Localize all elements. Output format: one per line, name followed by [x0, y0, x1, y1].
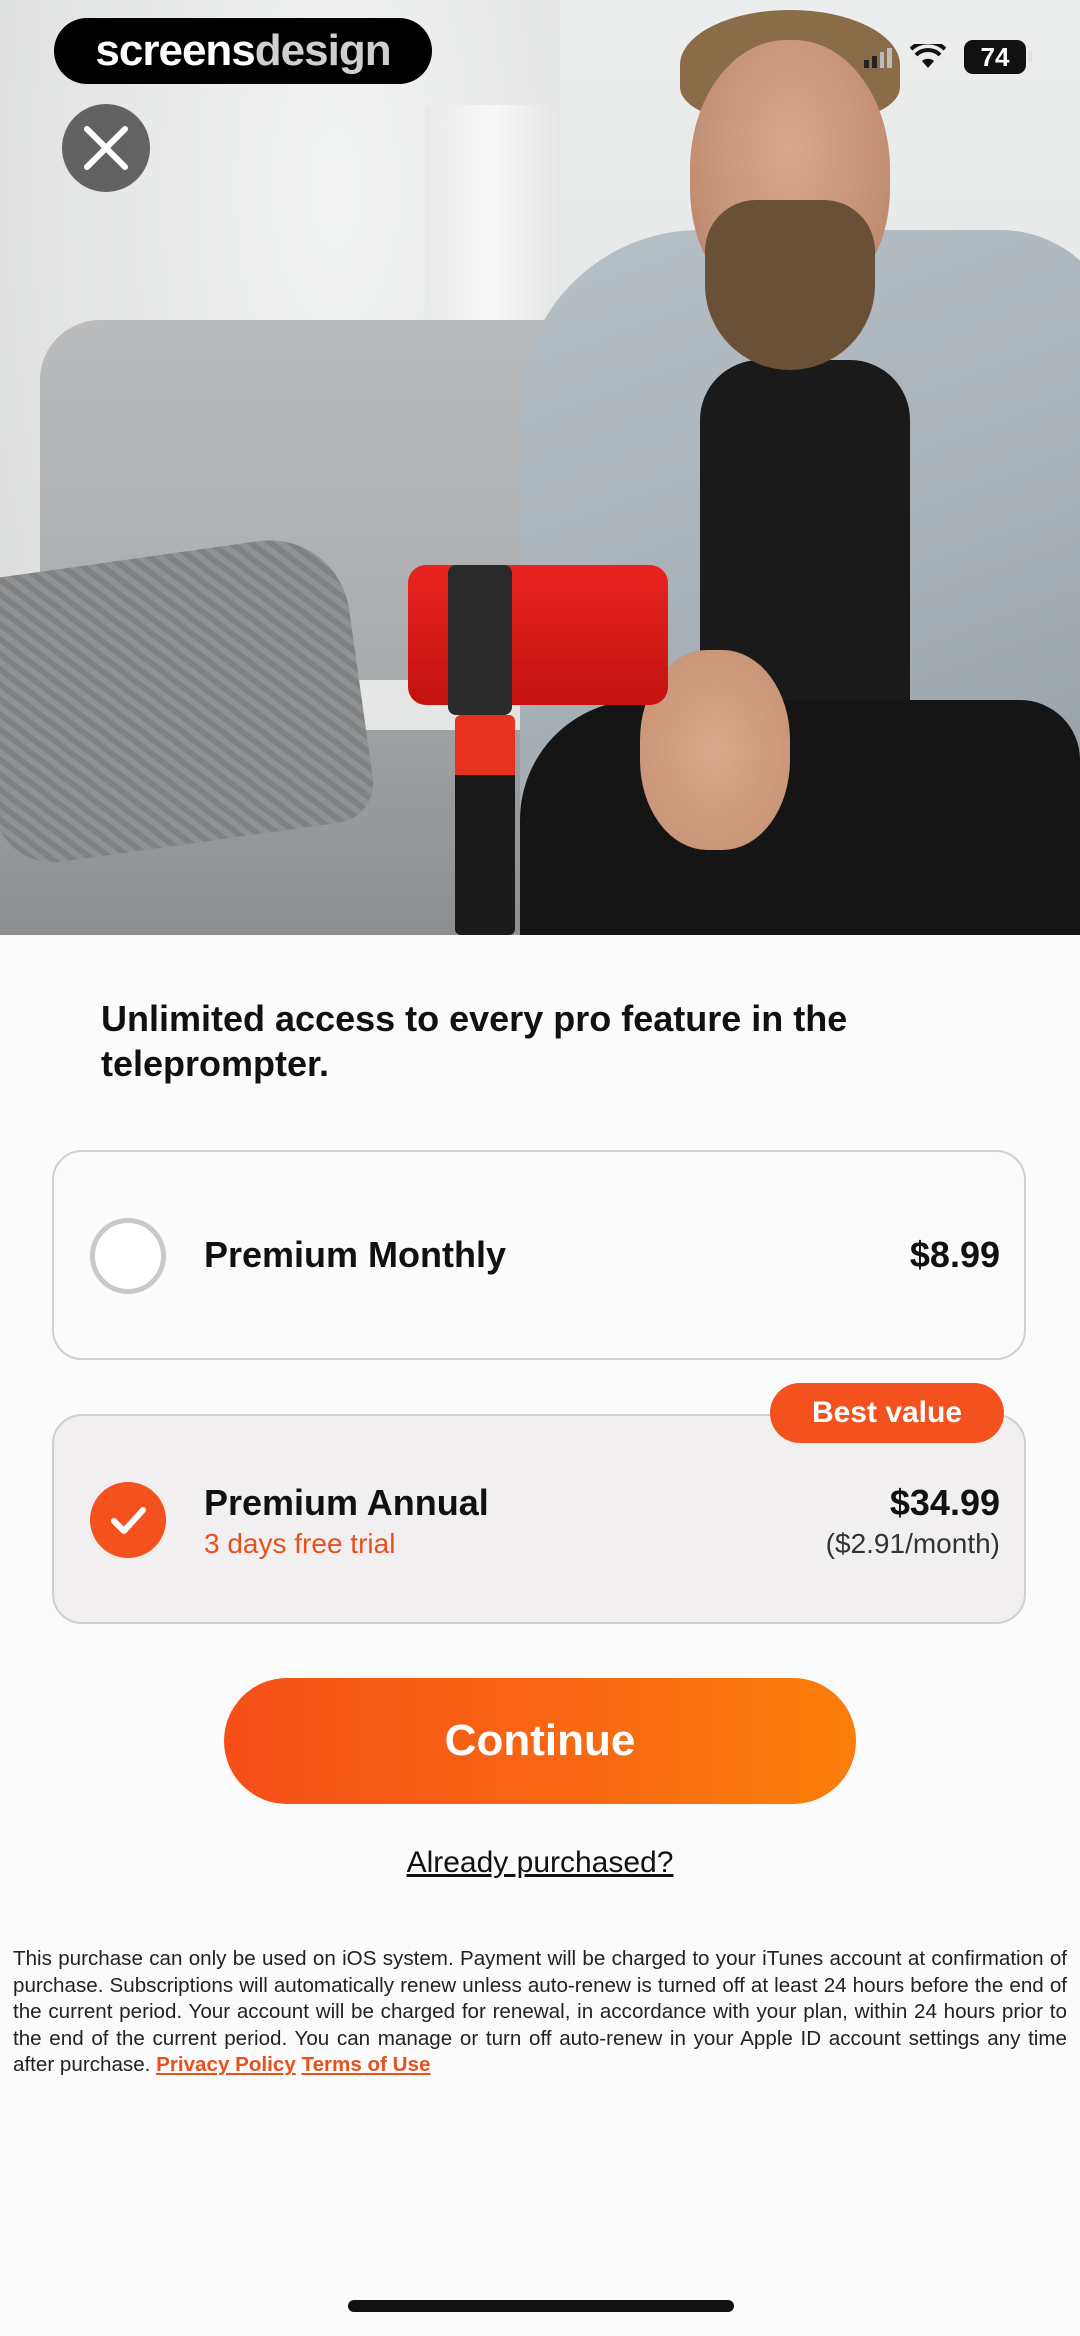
watermark-logo: screens design: [54, 18, 432, 84]
cellular-signal-icon: [864, 46, 892, 68]
continue-button[interactable]: Continue: [224, 1678, 856, 1804]
best-value-badge: Best value: [770, 1383, 1004, 1443]
watermark-part2: design: [254, 26, 392, 75]
status-bar: 74: [864, 40, 1032, 74]
radio-checked-icon[interactable]: [90, 1482, 166, 1558]
hero-phone-clamp: [448, 565, 512, 715]
hero-person-pants: [520, 700, 1080, 935]
plan-per-month: ($2.91/month): [825, 1528, 1000, 1559]
plan-option-annual[interactable]: Premium Annual 3 days free trial $34.99 …: [52, 1414, 1026, 1624]
radio-unchecked-icon[interactable]: [90, 1218, 166, 1294]
hero-pillow: [0, 529, 379, 871]
plan-name: Premium Annual: [204, 1482, 489, 1523]
battery-icon: 74: [964, 40, 1032, 74]
restore-purchase-link[interactable]: Already purchased?: [0, 1846, 1080, 1880]
hero-image: [0, 0, 1080, 935]
hero-person-beard: [705, 200, 875, 370]
paywall-headline: Unlimited access to every pro feature in…: [101, 998, 848, 1084]
close-icon: [84, 126, 128, 170]
watermark-part1: screens: [95, 26, 255, 75]
plan-option-monthly[interactable]: Premium Monthly $8.99: [52, 1150, 1026, 1360]
plan-price: $8.99: [909, 1234, 1000, 1275]
wifi-icon: [910, 44, 946, 68]
plan-trial-label: 3 days free trial: [204, 1528, 396, 1559]
plan-price: $34.99: [889, 1482, 1000, 1523]
checkmark-icon: [111, 1507, 146, 1534]
close-button[interactable]: [62, 104, 150, 192]
plan-name: Premium Monthly: [204, 1234, 507, 1275]
home-indicator: [348, 2300, 734, 2312]
battery-level: 74: [980, 41, 1010, 72]
legal-text: This purchase can only be used on iOS sy…: [13, 1946, 1067, 2079]
privacy-policy-link[interactable]: Privacy Policy: [156, 2053, 296, 2076]
hero-tripod: [455, 715, 515, 935]
hero-phone: [408, 565, 668, 705]
terms-of-use-link[interactable]: Terms of Use: [302, 2053, 431, 2076]
